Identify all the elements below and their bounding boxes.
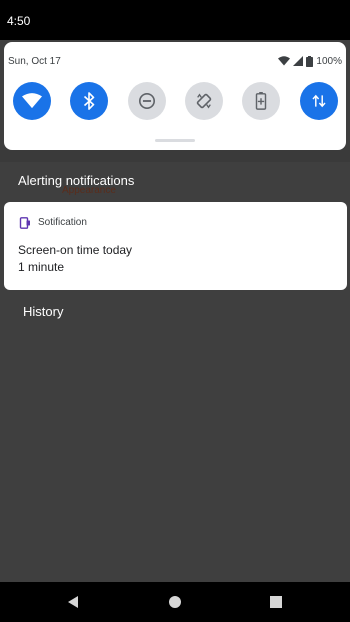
status-time: 4:50 [7,14,31,28]
navigation-bar [0,582,350,622]
quick-settings-panel: Sun, Oct 17 100% [4,42,346,150]
back-button[interactable] [63,592,83,612]
battery-percent: 100% [316,55,342,67]
home-button[interactable] [165,592,185,612]
battery-saver-icon [255,92,267,110]
wifi-icon [22,93,42,109]
bluetooth-icon [83,92,95,110]
history-button[interactable]: History [14,300,72,323]
bluetooth-tile[interactable] [70,82,108,120]
wifi-tile[interactable] [13,82,51,120]
recents-button[interactable] [266,592,286,612]
mobile-data-icon [312,94,326,108]
cell-signal-icon [293,56,304,66]
ghost-text: Appearance [62,185,116,196]
wifi-signal-icon [278,56,291,66]
back-icon [68,596,78,608]
notification-title: Screen-on time today [18,243,133,257]
notification-text: 1 minute [18,260,65,274]
panel-divider [0,150,350,162]
notification-app-name: Sotification [38,217,87,228]
battery-saver-tile[interactable] [242,82,280,120]
qs-status-icons: 100% [278,54,342,68]
auto-rotate-tile[interactable] [185,82,223,120]
do-not-disturb-tile[interactable] [128,82,166,120]
auto-rotate-icon [196,93,212,109]
status-bar: 4:50 [0,0,350,40]
qs-date[interactable]: Sun, Oct 17 [8,56,61,67]
mobile-data-tile[interactable] [300,82,338,120]
notification-card[interactable]: Sotification Screen-on time today 1 minu… [4,202,347,290]
drag-handle[interactable] [155,139,195,142]
home-icon [169,596,181,608]
app-icon [19,217,30,229]
do-not-disturb-icon [138,92,156,110]
battery-icon [306,55,314,67]
recents-icon [270,596,282,608]
